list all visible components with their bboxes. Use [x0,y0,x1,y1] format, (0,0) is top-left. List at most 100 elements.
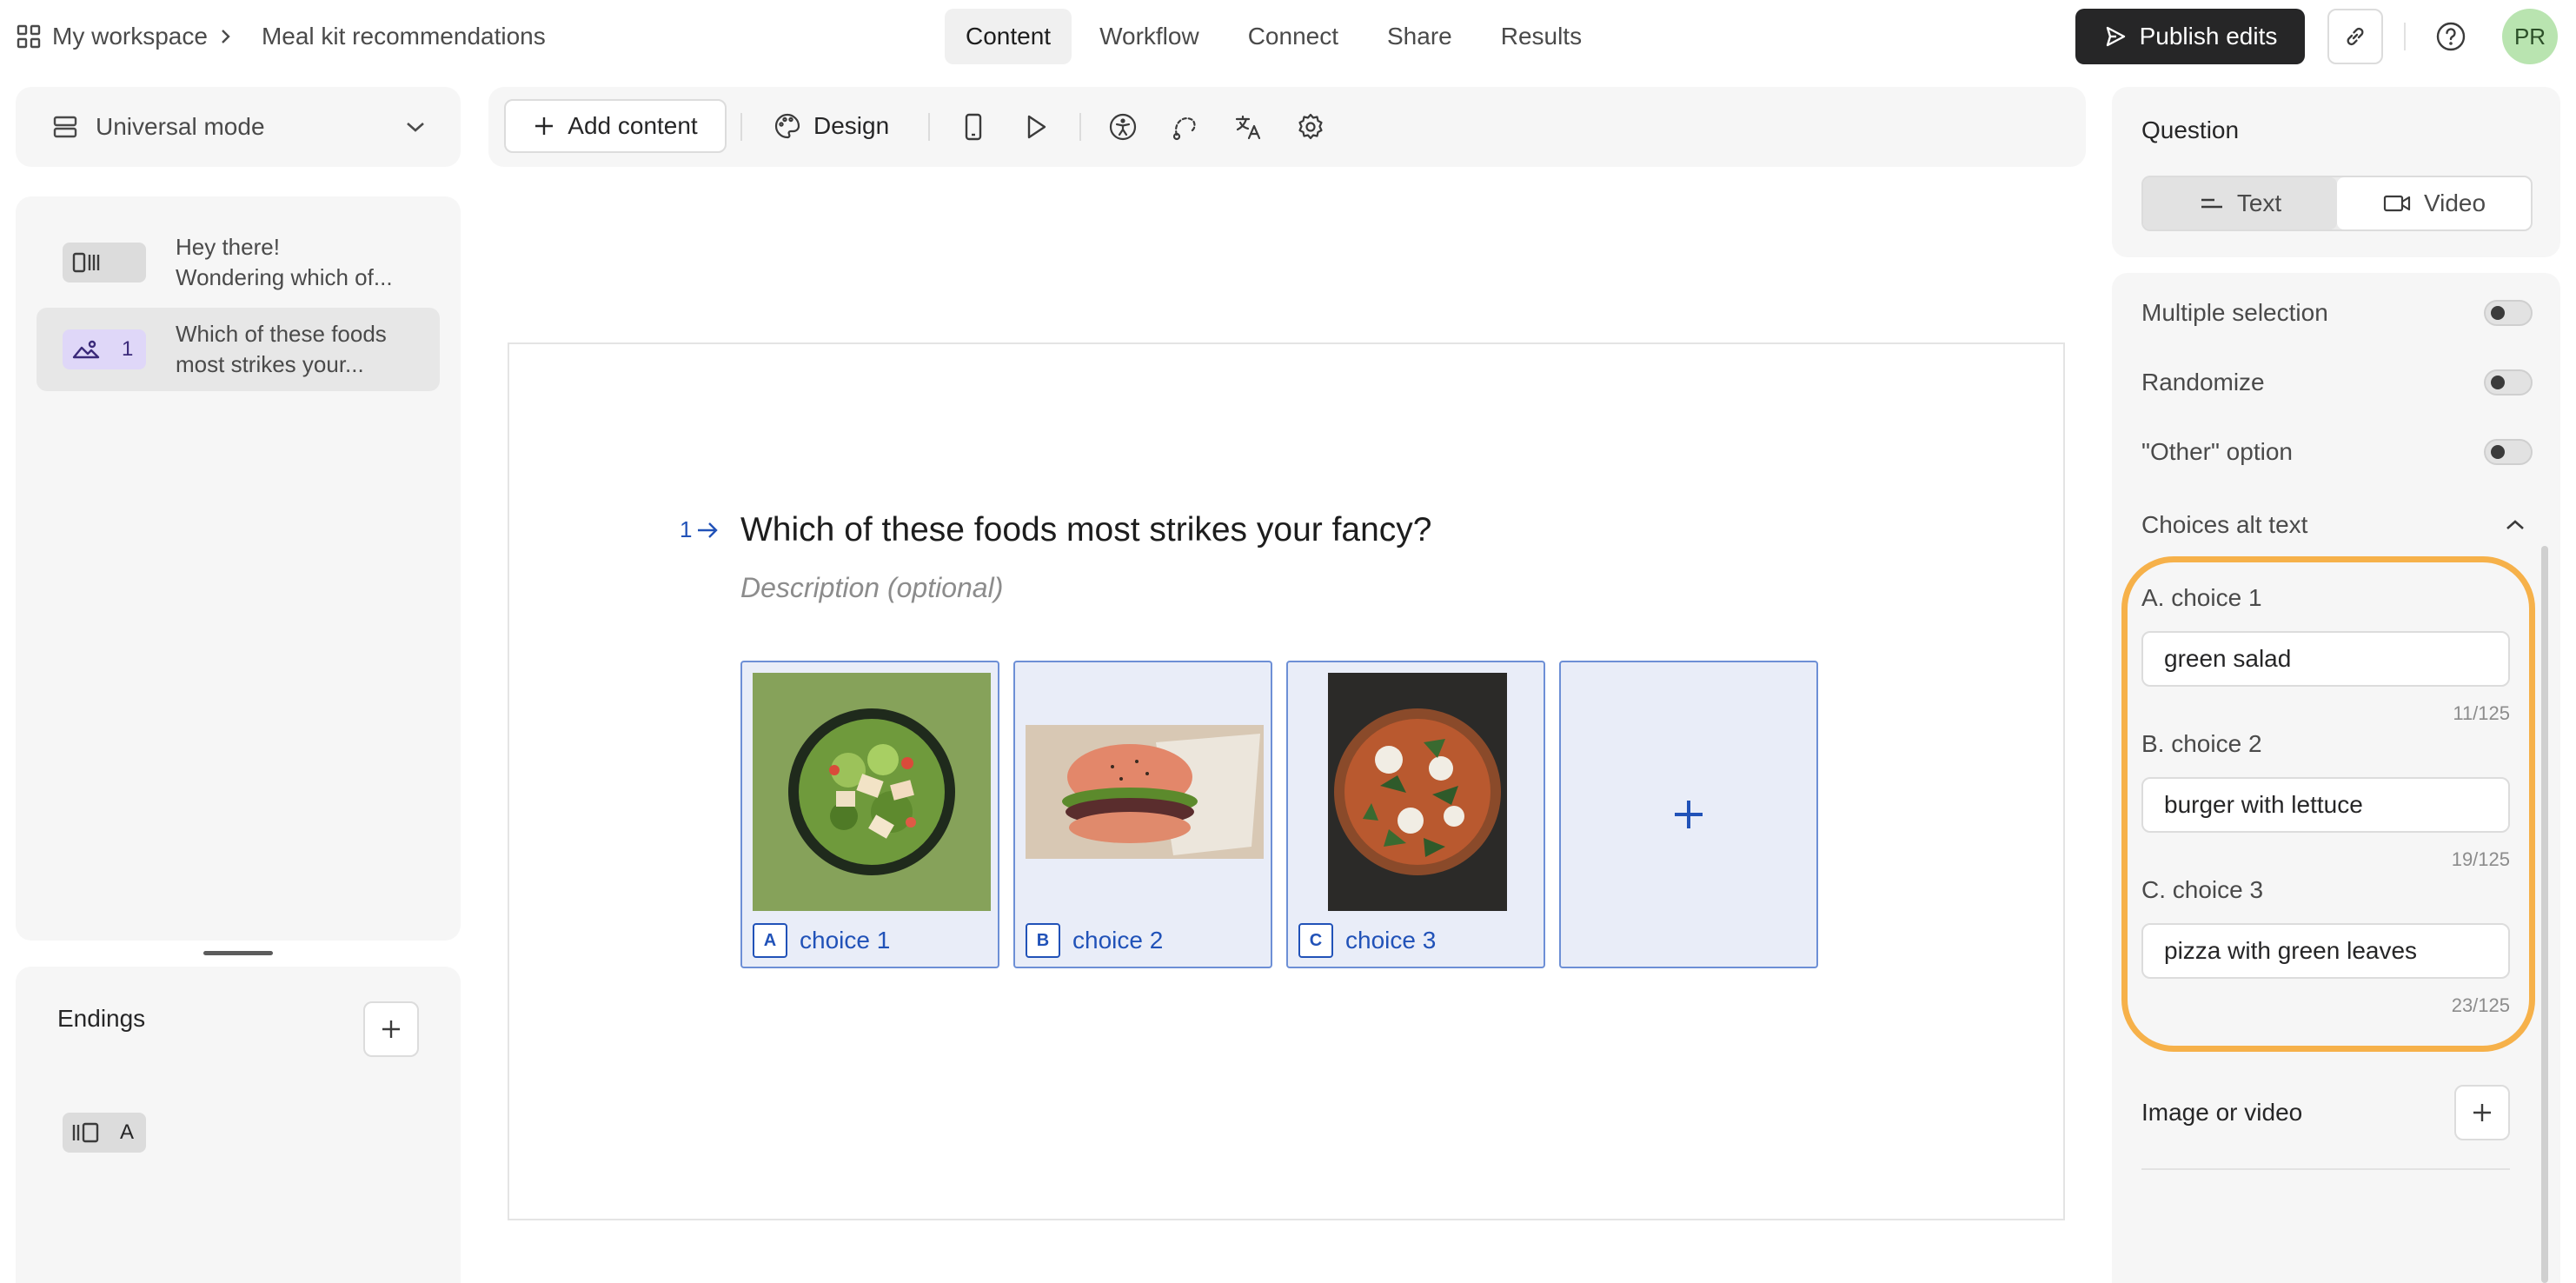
help-icon [2435,21,2466,52]
translate-icon [1233,112,1263,142]
question-block-badge: 1 [63,329,146,369]
type-option-video-label: Video [2423,189,2486,216]
type-option-text[interactable]: Text [2143,177,2337,229]
choice-label-b: B choice 2 [1026,923,1163,958]
ending-screen-icon [71,1121,101,1144]
image-or-video-label: Image or video [2141,1099,2303,1126]
breadcrumb-form-title[interactable]: Meal kit recommendations [262,23,546,50]
block-line-2: Wondering which of... [176,264,393,290]
arrow-right-icon [695,521,720,540]
choice-key-b: B [1026,923,1060,958]
add-image-or-video-button[interactable] [2454,1085,2510,1140]
top-bar: My workspace Meal kit recommendations Co… [0,0,2576,73]
block-line-1: Hey there! [176,234,280,260]
choices-alt-text-header[interactable]: Choices alt text [2141,511,2533,539]
question-title[interactable]: Which of these foods most strikes your f… [740,511,1432,549]
divider [928,113,930,141]
choice-card-a[interactable]: A choice 1 [740,661,999,968]
plus-icon [2471,1101,2493,1124]
alt-text-highlight-outline [2121,556,2535,1052]
choice-label-a: A choice 1 [753,923,890,958]
question-description-field[interactable]: Description (optional) [740,572,1003,604]
chevron-down-icon [405,120,426,134]
choice-key-a: A [753,923,787,958]
setting-multiple-selection: Multiple selection [2141,299,2533,327]
welcome-screen-icon [71,251,101,274]
chevron-right-icon [218,28,232,45]
choice-text-b[interactable]: choice 2 [1072,927,1163,954]
question-type-panel: Question Text Video [2112,87,2560,257]
randomize-toggle[interactable] [2484,369,2533,396]
setting-label: Multiple selection [2141,299,2328,326]
logic-button[interactable] [1168,110,1203,144]
choices-alt-text-heading: Choices alt text [2141,511,2308,538]
design-label: Design [813,112,890,139]
main-tabs: Content Workflow Connect Share Results [945,9,1610,64]
question-heading: Question [2141,116,2240,143]
setting-randomize: Randomize [2141,369,2533,396]
palette-icon [773,112,801,140]
ending-item[interactable]: A [63,1113,146,1153]
mobile-preview-button[interactable] [956,110,991,144]
settings-button[interactable] [1293,110,1328,144]
editor-toolbar: Add content Design [488,87,2086,167]
block-item-question-1[interactable]: 1 Which of these foods most strikes your… [37,308,440,391]
welcome-block-badge [63,243,146,283]
question-number-text: 1 [680,516,693,542]
mobile-icon [963,112,984,142]
question-number: 1 [680,516,720,543]
other-option-toggle[interactable] [2484,439,2533,465]
tab-share[interactable]: Share [1366,9,1473,64]
endings-panel: Endings A [16,967,461,1283]
block-list: Hey there! Wondering which of... 1 Which… [16,196,461,941]
type-option-video[interactable]: Video [2337,177,2531,229]
design-button[interactable]: Design [773,99,889,153]
tab-workflow[interactable]: Workflow [1079,9,1220,64]
add-content-label: Add content [568,112,698,139]
ending-letter: A [120,1120,135,1144]
divider [2404,23,2406,50]
picture-choice-icon [71,338,101,361]
tab-results[interactable]: Results [1480,9,1603,64]
choice-text-c[interactable]: choice 3 [1345,927,1436,954]
panel-resize-handle[interactable] [203,951,273,955]
tab-connect[interactable]: Connect [1227,9,1359,64]
block-item-welcome[interactable]: Hey there! Wondering which of... [37,221,440,304]
breadcrumb: My workspace Meal kit recommendations [16,19,546,54]
apps-grid-icon[interactable] [16,23,42,50]
choice-card-b[interactable]: B choice 2 [1013,661,1272,968]
accessibility-button[interactable] [1105,110,1140,144]
publish-edits-button[interactable]: Publish edits [2075,9,2305,64]
choice-key-c: C [1298,923,1333,958]
add-ending-button[interactable] [363,1001,419,1057]
chevron-up-icon [2505,518,2526,532]
settings-scrollbar[interactable] [2541,546,2548,1283]
translate-button[interactable] [1231,110,1265,144]
send-icon [2103,24,2128,49]
help-button[interactable] [2433,19,2468,54]
copy-link-button[interactable] [2327,9,2383,64]
logic-icon [1170,112,1201,142]
mode-selector[interactable]: Universal mode [16,87,461,167]
add-content-button[interactable]: Add content [504,99,727,153]
setting-label: "Other" option [2141,438,2293,465]
multiple-selection-toggle[interactable] [2484,300,2533,326]
type-option-text-label: Text [2236,189,2282,216]
avatar[interactable]: PR [2502,9,2558,64]
divider [740,113,742,141]
divider [1079,113,1081,141]
breadcrumb-workspace-link[interactable]: My workspace [52,23,208,50]
plus-icon [380,1018,402,1040]
play-icon [1023,113,1049,141]
plus-icon [1671,797,1706,832]
add-choice-button[interactable] [1559,661,1818,968]
choice-label-c: C choice 3 [1298,923,1436,958]
choice-text-a[interactable]: choice 1 [800,927,890,954]
setting-label: Randomize [2141,369,2265,396]
choice-image-salad [753,673,991,911]
tab-content[interactable]: Content [945,9,1072,64]
choice-card-c[interactable]: C choice 3 [1286,661,1545,968]
block-text: Hey there! Wondering which of... [176,232,419,293]
preview-play-button[interactable] [1019,110,1053,144]
divider [2141,1168,2510,1170]
